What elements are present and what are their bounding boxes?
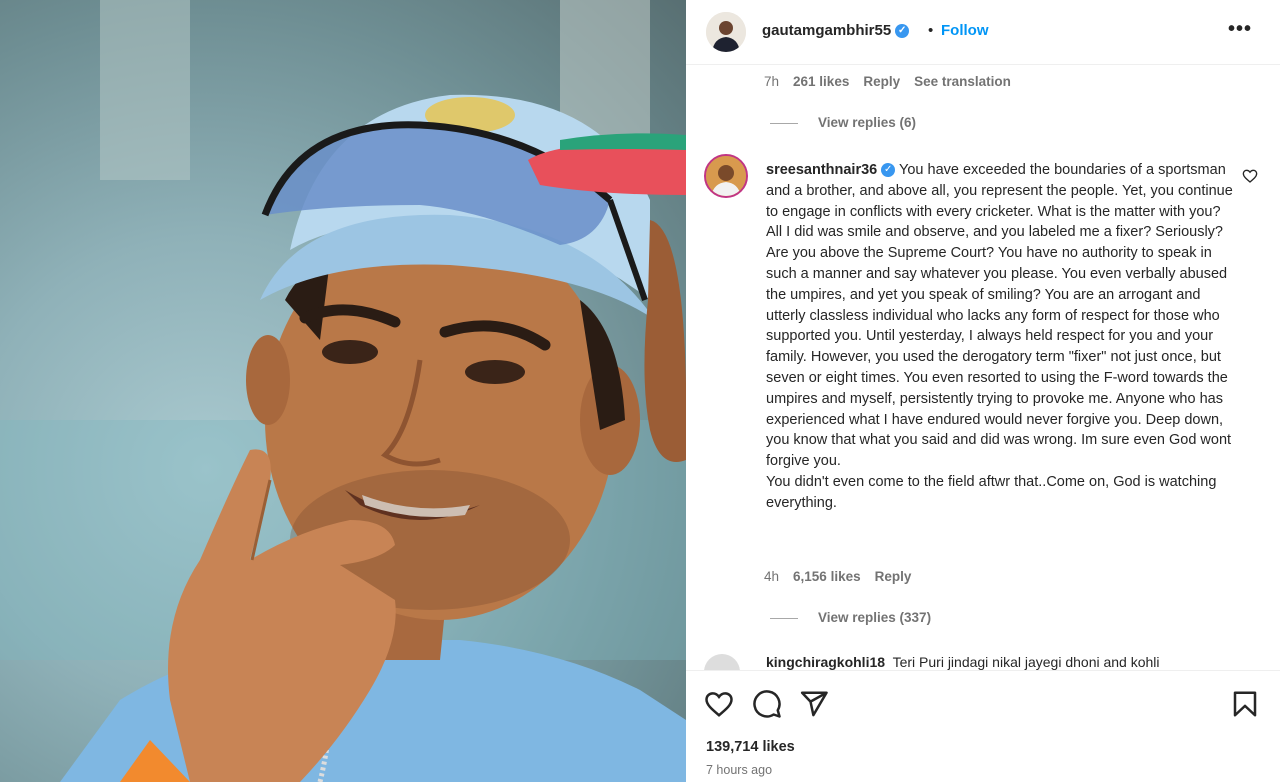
username-text[interactable]: gautamgambhir55 — [762, 22, 891, 39]
comment-meta: 4h 6,156 likes Reply — [764, 569, 925, 584]
bookmark-icon[interactable] — [1230, 689, 1260, 719]
reply-button[interactable]: Reply — [875, 569, 912, 584]
view-replies-label: View replies (6) — [818, 115, 917, 130]
comment-username[interactable]: sreesanthnair36 — [766, 162, 877, 178]
comment-body-continued: You didn't even come to the field aftwr … — [766, 473, 1217, 511]
comment-likes[interactable]: 6,156 likes — [793, 569, 861, 584]
heart-icon[interactable] — [704, 689, 734, 719]
separator-dot: • — [928, 22, 934, 39]
comment-body: Teri Puri jindagi nikal jayegi dhoni and… — [892, 654, 1160, 670]
avatar[interactable] — [706, 12, 746, 52]
comment-time: 4h — [764, 569, 780, 584]
verified-badge-icon: ✓ — [881, 163, 896, 178]
share-icon[interactable] — [799, 689, 829, 719]
avatar-image — [706, 156, 746, 196]
post-actions: 139,714 likes 7 hours ago — [686, 670, 1280, 783]
comment-text: sreesanthnair36 ✓ You have exceeded the b… — [766, 160, 1236, 514]
comment-icon[interactable] — [752, 689, 782, 719]
post-header: gautamgambhir55 ✓ • Follow ••• — [686, 0, 1280, 65]
view-replies-button[interactable]: View replies (337) — [770, 610, 931, 625]
comment-time: 7h — [764, 74, 780, 89]
avatar[interactable] — [704, 654, 740, 670]
comment-username[interactable]: kingchiragkohli18 — [766, 654, 885, 670]
heart-icon[interactable] — [1242, 168, 1258, 184]
comment-item: kingchiragkohli18 Teri Puri jindagi nika… — [686, 650, 1280, 670]
divider-line — [770, 617, 798, 619]
view-replies-button[interactable]: View replies (6) — [770, 115, 916, 130]
more-options-icon[interactable]: ••• — [1228, 18, 1252, 41]
avatar[interactable] — [704, 154, 748, 198]
post-sidebar: gautamgambhir55 ✓ • Follow ••• 7h 261 like… — [686, 0, 1280, 783]
reply-button[interactable]: Reply — [863, 74, 900, 89]
divider-line — [770, 122, 798, 124]
comment-likes[interactable]: 261 likes — [793, 74, 849, 89]
verified-badge-icon: ✓ — [895, 24, 910, 39]
comment-meta: 7h 261 likes Reply See translation — [764, 74, 1025, 89]
username[interactable]: gautamgambhir55 ✓ — [762, 22, 910, 39]
post-likes[interactable]: 139,714 likes — [706, 739, 795, 755]
player-illustration — [0, 0, 686, 782]
post-photo[interactable] — [0, 0, 686, 782]
see-translation-button[interactable]: See translation — [914, 74, 1011, 89]
comment-body: You have exceeded the boundaries of a sp… — [766, 162, 1233, 470]
avatar-image — [706, 12, 746, 52]
view-replies-label: View replies (337) — [818, 610, 932, 625]
post-timestamp: 7 hours ago — [706, 763, 773, 777]
instagram-post-view: gautamgambhir55 ✓ • Follow ••• 7h 261 like… — [0, 0, 1280, 783]
follow-button[interactable]: Follow — [941, 22, 989, 39]
comment-text: kingchiragkohli18 Teri Puri jindagi nika… — [766, 654, 1160, 670]
